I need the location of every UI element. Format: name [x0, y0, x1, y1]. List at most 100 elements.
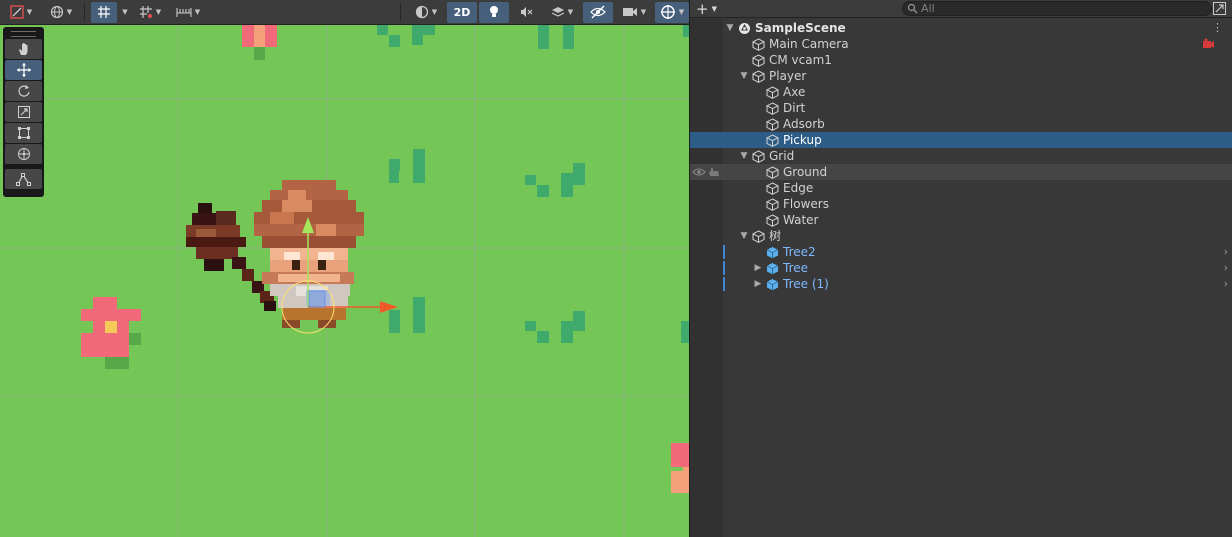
- pickable-hand-icon[interactable]: [708, 167, 720, 177]
- scene-row[interactable]: ▼ SampleScene ⋮: [690, 20, 1232, 36]
- chevron-down-icon: ▼: [711, 5, 717, 13]
- expand-arrow-icon[interactable]: ▶: [752, 260, 764, 276]
- prefab-cube-icon: [766, 263, 779, 275]
- add-object-button[interactable]: + ▼: [696, 1, 722, 17]
- hierarchy-row[interactable]: Adsorb: [690, 116, 1232, 132]
- gameobject-cube-icon: [752, 230, 765, 243]
- hierarchy-row[interactable]: Ground: [690, 164, 1232, 180]
- gameobject-cube-icon: [752, 70, 765, 83]
- search-options-icon[interactable]: [1212, 1, 1227, 16]
- scene-menu-icon[interactable]: ⋮: [1212, 20, 1223, 36]
- hand-tool[interactable]: [5, 39, 42, 59]
- lighting-toggle[interactable]: [479, 1, 509, 23]
- scene-canvas[interactable]: [0, 25, 689, 537]
- row-label: Edge: [783, 181, 814, 195]
- collapse-arrow-icon[interactable]: ▼: [738, 228, 750, 244]
- hierarchy-row[interactable]: Water: [690, 212, 1232, 228]
- gameobject-cube-icon: [766, 182, 779, 195]
- prefab-cube-icon: [766, 247, 779, 259]
- grass-tuft: [377, 25, 689, 343]
- hierarchy-row[interactable]: Edge: [690, 180, 1232, 196]
- hierarchy-row[interactable]: Pickup: [690, 132, 1232, 148]
- hierarchy-row[interactable]: ▶ Tree (1) ›: [690, 276, 1232, 292]
- hierarchy-row[interactable]: ▼ Grid: [690, 148, 1232, 164]
- row-label: Tree2: [783, 245, 816, 259]
- rect-tool[interactable]: [5, 123, 42, 143]
- lightbulb-icon: [490, 6, 498, 17]
- hierarchy-row[interactable]: ▶ Tree ›: [690, 260, 1232, 276]
- scale-tool-icon: [17, 106, 30, 118]
- transform-tool-icon: [17, 148, 30, 160]
- prefab-cube-icon: [766, 279, 779, 291]
- audio-toggle[interactable]: [511, 2, 541, 23]
- hierarchy-row[interactable]: Flowers: [690, 196, 1232, 212]
- row-label: Pickup: [783, 133, 822, 147]
- grid-snap-toggle[interactable]: [91, 1, 117, 23]
- hierarchy-row[interactable]: ▼ Player: [690, 68, 1232, 84]
- move-tool[interactable]: [5, 60, 42, 80]
- row-label: CM vcam1: [769, 53, 832, 67]
- gameobject-cube-icon: [766, 134, 779, 147]
- tool-palette: [3, 27, 44, 197]
- collapse-arrow-icon[interactable]: ▼: [724, 20, 736, 36]
- scene-artwork: [0, 25, 689, 537]
- globe-icon: [50, 5, 63, 19]
- row-label: Flowers: [783, 197, 829, 211]
- camera-dropdown[interactable]: ▼: [615, 2, 653, 23]
- prefab-override-bar: [723, 245, 725, 259]
- expand-arrow-icon[interactable]: ▶: [752, 276, 764, 292]
- hierarchy-toolbar: + ▼: [690, 0, 1232, 18]
- collapse-arrow-icon[interactable]: ▼: [738, 68, 750, 84]
- draw-mode-dropdown[interactable]: ▼: [2, 2, 40, 23]
- custom-editor-tool-icon: [15, 173, 31, 186]
- rect-tool-icon: [17, 127, 30, 139]
- hierarchy-row[interactable]: Axe: [690, 84, 1232, 100]
- gameobject-cube-icon: [752, 54, 765, 67]
- increment-snap-dropdown[interactable]: ▼: [133, 2, 167, 23]
- collapse-arrow-icon[interactable]: ▼: [738, 148, 750, 164]
- gizmo-pivot-dropdown[interactable]: ▼: [42, 2, 80, 23]
- hierarchy-row[interactable]: Dirt: [690, 100, 1232, 116]
- search-icon: [907, 3, 918, 14]
- hierarchy-row[interactable]: Main Camera: [690, 36, 1232, 52]
- rotate-tool[interactable]: [5, 81, 42, 101]
- hierarchy-tree: ▼ SampleScene ⋮ Main Camera CM vcam1 ▼ Player A…: [690, 20, 1232, 292]
- visibility-eye-icon[interactable]: [692, 167, 706, 177]
- gizmos-dropdown[interactable]: ▼: [655, 1, 689, 23]
- row-label: Player: [769, 69, 807, 83]
- render-mode-icon: [415, 5, 428, 19]
- scene-view[interactable]: ▼ ▼ ▼ ▼ ▼ ▼ 2D ▼ ▼ ▼: [0, 0, 689, 537]
- scale-tool[interactable]: [5, 102, 42, 122]
- plus-icon: +: [696, 0, 709, 18]
- gizmos-icon: [660, 5, 675, 19]
- ruler-dropdown[interactable]: ▼: [169, 2, 207, 23]
- audio-muted-icon: [521, 7, 533, 17]
- hierarchy-row[interactable]: Tree2 ›: [690, 244, 1232, 260]
- open-prefab-chevron-icon[interactable]: ›: [1224, 244, 1228, 260]
- transform-tool[interactable]: [5, 144, 42, 164]
- row-label: Tree (1): [783, 277, 829, 291]
- gameobject-cube-icon: [766, 102, 779, 115]
- ruler-icon: [176, 8, 192, 17]
- grid-snap-dropdown[interactable]: ▼: [119, 2, 131, 23]
- row-label: SampleScene: [755, 21, 846, 35]
- row-label: Axe: [783, 85, 806, 99]
- hierarchy-row[interactable]: CM vcam1: [690, 52, 1232, 68]
- open-prefab-chevron-icon[interactable]: ›: [1224, 260, 1228, 276]
- search-input[interactable]: [921, 2, 1201, 15]
- hierarchy-row[interactable]: ▼ 树: [690, 228, 1232, 244]
- move-tool-icon: [16, 63, 31, 77]
- increment-snap-icon: [139, 6, 152, 18]
- row-label: Dirt: [783, 101, 806, 115]
- 2d-mode-toggle[interactable]: 2D: [447, 1, 477, 23]
- open-prefab-chevron-icon[interactable]: ›: [1224, 276, 1228, 292]
- palette-grip[interactable]: [11, 31, 36, 37]
- render-mode-dropdown[interactable]: ▼: [407, 2, 445, 23]
- camera-icon: [622, 8, 637, 16]
- row-label: Grid: [769, 149, 795, 163]
- unity-scene-icon: [739, 23, 750, 34]
- effects-dropdown[interactable]: ▼: [543, 2, 581, 23]
- camera-warning-icon: [1203, 38, 1214, 48]
- hidden-objects-toggle[interactable]: [583, 1, 613, 23]
- custom-editor-tool[interactable]: [5, 169, 42, 189]
